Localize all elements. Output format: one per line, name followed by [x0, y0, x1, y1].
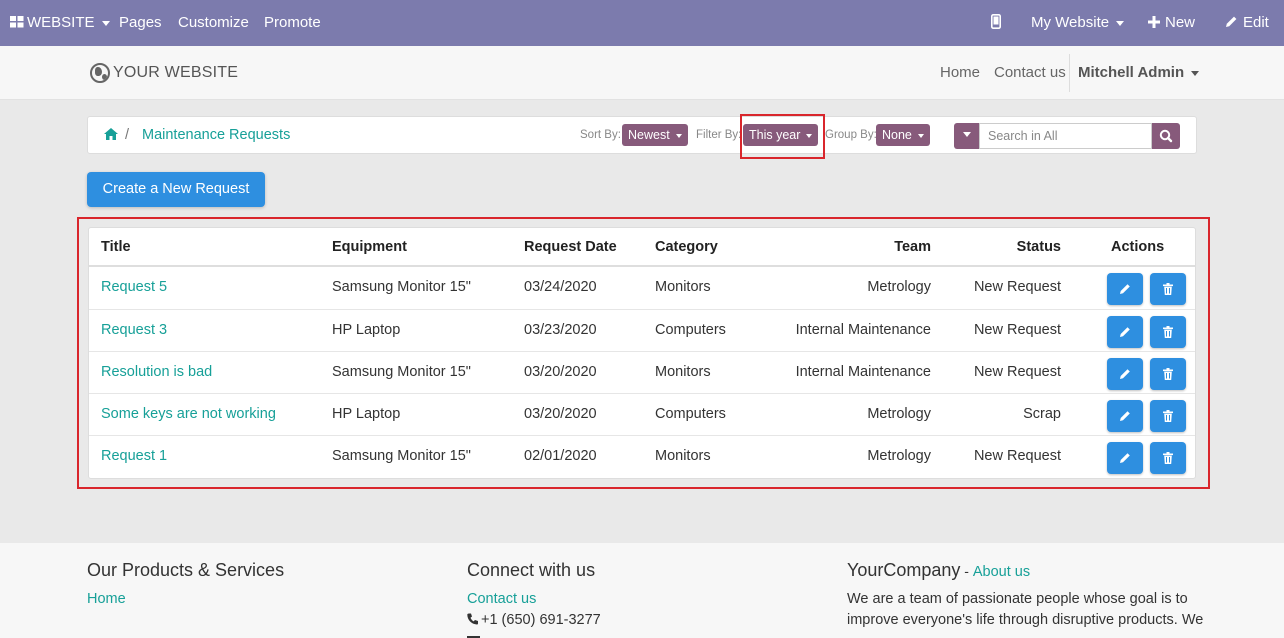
search-icon	[1159, 129, 1173, 143]
site-header: YOUR WEBSITE Home Contact us Mitchell Ad…	[0, 46, 1284, 100]
footer-products-title: Our Products & Services	[87, 560, 285, 580]
footer-phone: +1 (650) 691-3277	[467, 612, 601, 628]
sort-label: Sort By:	[580, 129, 621, 141]
create-request-button[interactable]: Create a New Request	[87, 172, 265, 207]
plus-icon	[1148, 16, 1160, 28]
globe-icon	[90, 63, 110, 83]
logo-text: YOUR WEBSITE	[113, 64, 239, 81]
sort-value: Newest	[628, 128, 670, 142]
user-name: Mitchell Admin	[1078, 64, 1185, 81]
menu-customize[interactable]: Customize	[178, 0, 249, 46]
search-filter-dropdown[interactable]	[954, 123, 979, 149]
breadcrumb-current[interactable]: Maintenance Requests	[142, 127, 290, 143]
chevron-down-icon	[917, 133, 924, 138]
breadcrumb-home[interactable]	[104, 128, 118, 144]
footer-phone-number: +1 (650) 691-3277	[481, 612, 601, 628]
search-button[interactable]	[1152, 123, 1180, 149]
user-menu[interactable]: Mitchell Admin	[1078, 64, 1200, 81]
website-menu-label: WEBSITE	[27, 14, 95, 31]
mobile-preview-button[interactable]	[991, 0, 1001, 46]
admin-topbar: WEBSITE Pages Customize Promote My Websi…	[0, 0, 1284, 46]
search-input[interactable]	[979, 123, 1152, 149]
new-label: New	[1165, 14, 1196, 31]
filter-label: Filter By:	[696, 129, 742, 141]
group-dropdown[interactable]: None	[876, 124, 930, 146]
group-value: None	[882, 128, 912, 142]
group-label: Group By:	[825, 129, 877, 141]
phone-icon	[467, 613, 478, 625]
nav-contact-us[interactable]: Contact us	[994, 64, 1066, 81]
filter-highlight-box	[740, 114, 825, 159]
footer-about-link[interactable]: About us	[973, 564, 1030, 580]
breadcrumb-separator: /	[125, 127, 130, 143]
nav-divider	[1069, 54, 1070, 92]
edit-button[interactable]: Edit	[1225, 0, 1269, 46]
menu-pages[interactable]: Pages	[119, 0, 162, 46]
website-menu[interactable]: WEBSITE	[10, 0, 110, 46]
chevron-down-icon	[962, 132, 971, 138]
pencil-icon	[1226, 16, 1237, 27]
chevron-down-icon	[675, 133, 682, 138]
nav-home[interactable]: Home	[940, 64, 980, 81]
my-website-label: My Website	[1031, 14, 1110, 31]
footer-about-text-1: We are a team of passionate people whose…	[847, 591, 1188, 607]
menu-promote[interactable]: Promote	[264, 0, 321, 46]
footer-company-name: YourCompany	[847, 560, 961, 580]
site-logo[interactable]: YOUR WEBSITE	[90, 62, 238, 84]
home-icon	[104, 128, 118, 140]
footer-about-heading: YourCompany - About us	[847, 560, 1030, 581]
footer-connect-title: Connect with us	[467, 560, 596, 580]
breadcrumb-filter-bar: / Maintenance Requests Sort By: Newest F…	[87, 116, 1197, 154]
my-website-menu[interactable]: My Website	[1031, 0, 1125, 46]
footer: Our Products & Services Home Connect wit…	[0, 543, 1284, 638]
footer-home-link[interactable]: Home	[87, 591, 126, 607]
new-button[interactable]: New	[1148, 0, 1195, 46]
footer-email	[467, 633, 480, 638]
footer-contact-link[interactable]: Contact us	[467, 591, 536, 607]
apps-grid-icon	[10, 16, 24, 28]
table-highlight-box	[77, 217, 1210, 489]
sort-dropdown[interactable]: Newest	[622, 124, 688, 146]
edit-label: Edit	[1243, 14, 1269, 31]
footer-about-text-2: improve everyone's life through disrupti…	[847, 612, 1204, 628]
mobile-icon	[991, 14, 1001, 29]
footer-dash: -	[960, 563, 973, 579]
